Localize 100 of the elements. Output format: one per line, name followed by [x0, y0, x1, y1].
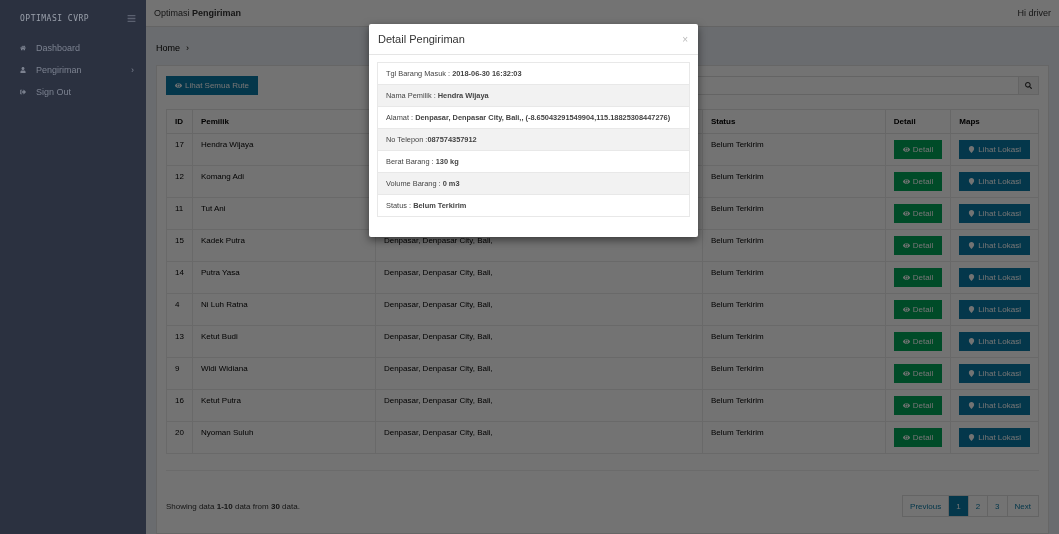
view-location-button[interactable]: Lihat Lokasi: [959, 428, 1030, 447]
chevron: ›: [131, 65, 134, 75]
eye-icon: [902, 178, 910, 185]
brand-logo: OPTIMASI CVRP: [20, 14, 90, 23]
table-cell: Denpasar, Denpasar City, Bali,: [375, 293, 703, 326]
detail-button[interactable]: Detail: [893, 268, 943, 287]
map-marker-icon: [968, 274, 976, 281]
table-cell: 13: [166, 325, 193, 358]
map-marker-icon: [968, 146, 976, 153]
home-icon: [20, 45, 26, 51]
table-cell: Belum Terkirim: [702, 197, 886, 230]
map-marker-icon: [968, 210, 976, 217]
view-location-button[interactable]: Lihat Lokasi: [959, 396, 1030, 415]
eye-icon: [902, 210, 910, 217]
breadcrumb-link[interactable]: Home: [156, 43, 180, 53]
detail-button[interactable]: Detail: [893, 204, 943, 223]
table-cell: 15: [166, 229, 193, 262]
eye-icon: [902, 306, 910, 313]
user-icon: [20, 67, 26, 73]
eye-icon: [902, 338, 910, 345]
table-cell: Belum Terkirim: [702, 133, 886, 166]
table-cell: 12: [166, 165, 193, 198]
detail-button[interactable]: Detail: [893, 332, 943, 351]
eye-icon: [902, 146, 910, 153]
breadcrumb-separator: ›: [186, 43, 189, 53]
table-cell: Denpasar, Denpasar City, Bali,: [375, 261, 703, 294]
map-marker-icon: [968, 338, 976, 345]
view-location-button[interactable]: Lihat Lokasi: [959, 332, 1030, 351]
sidebar-item[interactable]: Sign Out: [36, 87, 72, 97]
detail-button[interactable]: Detail: [893, 364, 943, 383]
map-marker-icon: [968, 370, 976, 377]
table-cell: Belum Terkirim: [702, 229, 886, 262]
view-location-button[interactable]: Lihat Lokasi: [959, 364, 1030, 383]
detail-button[interactable]: Detail: [893, 300, 943, 319]
eye-icon: [902, 402, 910, 409]
view-location-button[interactable]: Lihat Lokasi: [959, 268, 1030, 287]
table-cell: 9: [166, 357, 193, 390]
table-cell: Belum Terkirim: [702, 357, 886, 390]
map-marker-icon: [968, 178, 976, 185]
table-cell: Belum Terkirim: [702, 165, 886, 198]
page-link[interactable]: 3: [987, 495, 1008, 517]
table-cell: 20: [166, 421, 193, 454]
view-location-button[interactable]: Lihat Lokasi: [959, 300, 1030, 319]
table-cell: Denpasar, Denpasar City, Bali,: [375, 389, 703, 422]
table-cell: Putra Yasa: [192, 261, 376, 294]
table-cell: Belum Terkirim: [702, 325, 886, 358]
page-title: Optimasi Pengiriman: [154, 8, 242, 18]
table-cell: Nyoman Suluh: [192, 421, 376, 454]
detail-button[interactable]: Detail: [893, 236, 943, 255]
column-header: Status: [702, 109, 886, 134]
page-link[interactable]: Next: [1006, 495, 1039, 517]
table-cell: Belum Terkirim: [702, 389, 886, 422]
sign-out-icon: [20, 89, 26, 95]
table-cell: Belum Terkirim: [702, 293, 886, 326]
table-cell: Belum Terkirim: [702, 421, 886, 454]
map-marker-icon: [968, 242, 976, 249]
table-cell: 14: [166, 261, 193, 294]
table-cell: Belum Terkirim: [702, 261, 886, 294]
detail-button[interactable]: Detail: [893, 172, 943, 191]
table-cell: Denpasar, Denpasar City, Bali,: [375, 357, 703, 390]
sidebar-item[interactable]: Dashboard: [36, 43, 81, 53]
table-cell: Ni Luh Ratna: [192, 293, 376, 326]
table-cell: 16: [166, 389, 193, 422]
view-all-routes-button[interactable]: Lihat Semua Rute: [166, 76, 259, 95]
eye-icon: [902, 434, 910, 441]
view-location-button[interactable]: Lihat Lokasi: [959, 140, 1030, 159]
search-button[interactable]: [1018, 76, 1039, 95]
table-cell: Denpasar, Denpasar City, Bali,: [375, 325, 703, 358]
eye-icon: [902, 370, 910, 377]
table-cell: 11: [166, 197, 193, 230]
dialog-title: Detail Pengiriman: [378, 33, 465, 45]
table-cell: Widi Widiana: [192, 357, 376, 390]
pagination-summary: Showing data 1-10 data from 30 data.: [166, 501, 300, 511]
eye-icon: [902, 242, 910, 249]
detail-button[interactable]: Detail: [893, 396, 943, 415]
map-marker-icon: [968, 402, 976, 409]
close-button[interactable]: ×: [682, 33, 688, 45]
map-marker-icon: [968, 306, 976, 313]
menu-icon[interactable]: [127, 14, 136, 23]
sidebar-item[interactable]: Pengiriman: [36, 65, 82, 75]
search-icon: [1025, 82, 1032, 89]
table-cell: Ketut Putra: [192, 389, 376, 422]
map-marker-icon: [968, 434, 976, 441]
table-cell: 17: [166, 133, 193, 166]
page-link[interactable]: 1: [948, 495, 969, 517]
table-cell: 4: [166, 293, 193, 326]
view-location-button[interactable]: Lihat Lokasi: [959, 236, 1030, 255]
eye-icon: [175, 82, 182, 89]
column-header: Maps: [950, 109, 1039, 134]
column-header: Detail: [885, 109, 951, 134]
view-location-button[interactable]: Lihat Lokasi: [959, 204, 1030, 223]
table-cell: Denpasar, Denpasar City, Bali,: [375, 421, 703, 454]
column-header: ID: [166, 109, 193, 134]
user-greeting: Hi driver: [1017, 8, 1051, 18]
detail-button[interactable]: Detail: [893, 140, 943, 159]
view-location-button[interactable]: Lihat Lokasi: [959, 172, 1030, 191]
detail-button[interactable]: Detail: [893, 428, 943, 447]
eye-icon: [902, 274, 910, 281]
page-link[interactable]: Previous: [902, 495, 950, 517]
table-cell: Ketut Budi: [192, 325, 376, 358]
